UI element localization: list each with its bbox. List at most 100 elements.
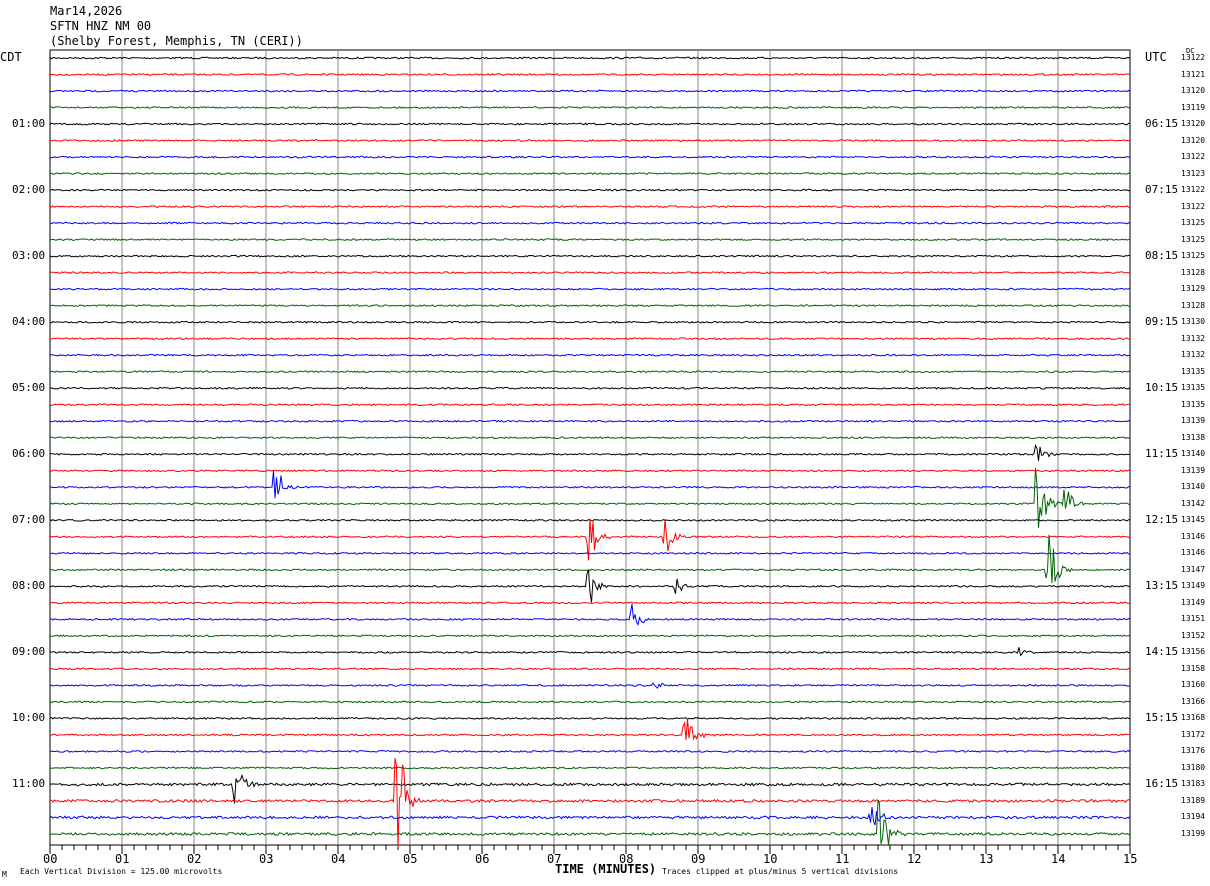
x-tick-label: 10: [763, 852, 778, 866]
dc-offset-value: 13128: [1181, 300, 1206, 310]
trace-row-1: [49, 72, 1131, 76]
dc-offset-value: 13183: [1181, 779, 1206, 789]
scale-note: Each Vertical Division = 125.00 microvol…: [20, 867, 223, 876]
trace-row-18: [49, 353, 1131, 357]
trace-row-36: [49, 647, 1131, 657]
utc-time-label: 07:15: [1145, 183, 1179, 197]
trace-row-46: [49, 806, 1131, 826]
trace-row-9: [49, 205, 1131, 209]
x-tick-label: 05: [403, 852, 418, 866]
dc-offset-value: 13140: [1181, 482, 1206, 492]
dc-offset-value: 13125: [1181, 218, 1206, 228]
dc-offset-value: 13125: [1181, 251, 1206, 261]
dc-offset-value: 13146: [1181, 548, 1206, 558]
trace-row-33: [49, 601, 1131, 605]
trace-row-11: [49, 238, 1131, 242]
trace-row-41: [49, 718, 1131, 741]
dc-offset-value: 13180: [1181, 762, 1206, 772]
trace-row-14: [49, 287, 1131, 291]
dc-offset-value: 13158: [1181, 663, 1206, 673]
trace-row-16: [49, 320, 1131, 324]
x-axis-label: TIME (MINUTES): [555, 862, 657, 876]
x-tick-label: 12: [907, 852, 922, 866]
trace-row-15: [49, 304, 1131, 308]
helicorder: Mar14,2026 SFTN HNZ NM 00 (Shelby Forest…: [0, 0, 1210, 886]
x-tick-label: 03: [259, 852, 274, 866]
trace-row-20: [49, 386, 1131, 390]
utc-time-label: 15:15: [1145, 711, 1179, 725]
cdt-time-label: 06:00: [12, 447, 46, 461]
trace-row-37: [49, 667, 1131, 671]
cdt-time-label: 02:00: [12, 183, 46, 197]
trace-row-19: [49, 370, 1131, 374]
cdt-time-label: 08:00: [12, 579, 46, 593]
plot-frame: [49, 49, 1131, 846]
dc-offset-value: 13135: [1181, 383, 1206, 393]
dc-offset-value: 13147: [1181, 564, 1206, 574]
trace-row-8: [49, 188, 1131, 192]
trace-row-30: [49, 551, 1131, 555]
dc-offset-value: 13151: [1181, 614, 1206, 624]
dc-offset-value: 13129: [1181, 284, 1206, 294]
trace-row-32: [49, 569, 1131, 603]
trace-row-23: [49, 436, 1131, 440]
dc-offset-value: 13139: [1181, 416, 1206, 426]
trace-row-42: [49, 749, 1131, 753]
utc-time-label: 08:15: [1145, 249, 1179, 263]
trace-row-21: [49, 403, 1131, 407]
utc-time-label: 10:15: [1145, 381, 1179, 395]
x-tick-label: 06: [475, 852, 490, 866]
dc-offset-value: 13122: [1181, 201, 1206, 211]
trace-row-17: [49, 337, 1131, 341]
dc-offset-value: 13120: [1181, 135, 1206, 145]
dc-offset-value: 13176: [1181, 746, 1206, 756]
x-tick-label: 00: [43, 852, 58, 866]
dc-offset-value: 13194: [1181, 812, 1206, 822]
trace-row-24: [49, 443, 1131, 461]
dc-offset-value: 13122: [1181, 152, 1206, 162]
clip-note: Traces clipped at plus/minus 5 vertical …: [662, 867, 899, 876]
trace-row-43: [49, 766, 1131, 770]
x-tick-label: 04: [331, 852, 346, 866]
cdt-time-label: 07:00: [12, 513, 46, 527]
dc-offset-value: 13120: [1181, 86, 1206, 96]
cdt-time-label: 04:00: [12, 315, 46, 329]
cdt-time-label: 11:00: [12, 777, 46, 791]
trace-row-13: [49, 271, 1131, 275]
x-tick-label: 01: [115, 852, 130, 866]
utc-time-label: 09:15: [1145, 315, 1179, 329]
trace-row-39: [49, 700, 1131, 704]
trace-row-10: [50, 221, 1131, 225]
trace-row-5: [49, 139, 1131, 142]
trace-row-34: [49, 603, 1131, 626]
dc-offset-value: 13172: [1181, 729, 1206, 739]
dc-offset-value: 13122: [1181, 185, 1206, 195]
x-tick-label: 11: [835, 852, 850, 866]
dc-offset-value: 13125: [1181, 234, 1206, 244]
trace-row-25: [49, 469, 1131, 473]
trace-row-2: [49, 89, 1131, 93]
dc-offset-value: 13123: [1181, 168, 1206, 178]
trace-row-0: [49, 56, 1131, 60]
utc-time-label: 13:15: [1145, 579, 1179, 593]
cdt-time-label: 01:00: [12, 117, 46, 131]
trace-row-44: [49, 773, 1131, 804]
dc-offset-value: 13199: [1181, 828, 1206, 838]
dc-offset-value: 13156: [1181, 647, 1206, 657]
x-tick-label: 13: [979, 852, 994, 866]
trace-row-38: [49, 682, 1131, 689]
utc-time-label: 12:15: [1145, 513, 1179, 527]
trace-row-26: [49, 470, 1131, 499]
trace-row-3: [49, 105, 1130, 109]
dc-offset-value: 13122: [1181, 53, 1206, 62]
dc-offset-value: 13166: [1181, 696, 1206, 706]
trace-row-12: [49, 254, 1131, 258]
dc-offset-value: 13138: [1181, 432, 1206, 442]
dc-offset-value: 13146: [1181, 531, 1206, 541]
dc-offset-value: 13160: [1181, 680, 1206, 690]
dc-offset-value: 13149: [1181, 581, 1206, 591]
dc-offset-value: 13189: [1181, 795, 1206, 805]
dc-offset-value: 13120: [1181, 119, 1206, 129]
seismogram-plot: [49, 49, 1131, 854]
x-tick-label: 09: [691, 852, 706, 866]
